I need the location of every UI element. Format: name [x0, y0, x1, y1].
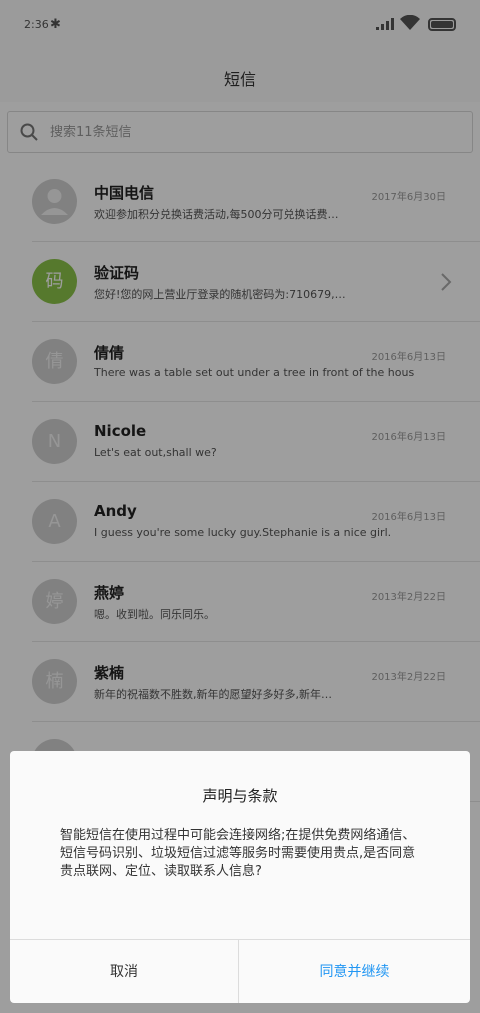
- dialog-buttons: 取消 同意并继续: [10, 939, 470, 1003]
- dialog-title: 声明与条款: [202, 787, 278, 805]
- cancel-button[interactable]: 取消: [10, 940, 239, 1003]
- terms-dialog: 声明与条款 智能短信在使用过程中可能会连接网络;在提供免费网络通信、短信号码识别…: [10, 751, 470, 1003]
- agree-continue-button[interactable]: 同意并继续: [240, 940, 469, 1003]
- dialog-body: 智能短信在使用过程中可能会连接网络;在提供免费网络通信、短信号码识别、垃圾短信过…: [60, 828, 416, 879]
